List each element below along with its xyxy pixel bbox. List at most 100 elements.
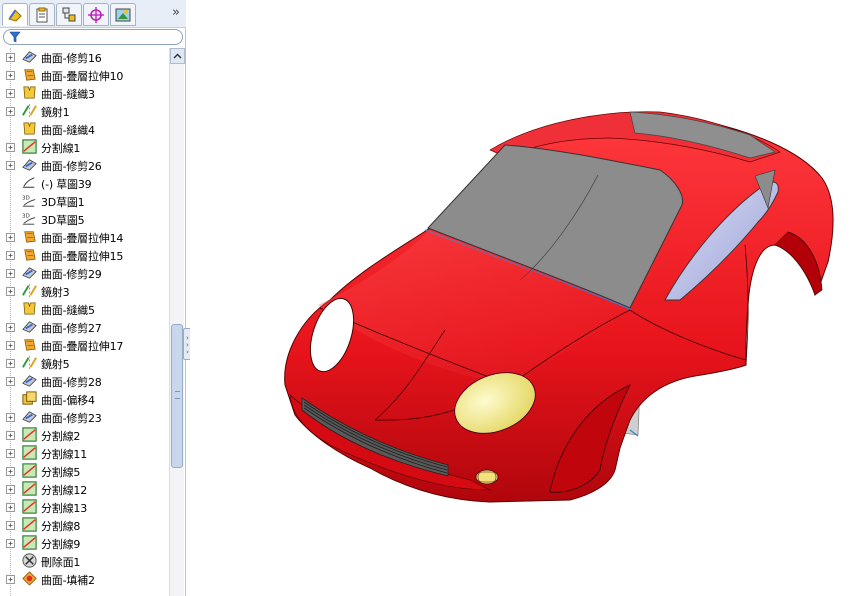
tree-item[interactable]: 刪除面1 <box>0 552 168 570</box>
graphics-area[interactable] <box>190 0 850 596</box>
expand-toggle[interactable]: + <box>6 233 15 242</box>
tree-item[interactable]: + 分割線8 <box>0 516 168 534</box>
surface-trim-icon <box>21 264 38 281</box>
tree-item-label: 曲面-修剪16 <box>41 52 102 65</box>
configuration-manager-tab[interactable] <box>56 3 82 26</box>
surface-trim-icon <box>21 156 38 173</box>
scroll-thumb[interactable] <box>171 324 183 468</box>
tree-item-label: 曲面-修剪26 <box>41 160 102 173</box>
tree-item[interactable]: 曲面-縫織4 <box>0 120 168 138</box>
expand-toggle[interactable]: + <box>6 89 15 98</box>
split-line-icon <box>21 516 38 533</box>
tree-item[interactable]: + 曲面-疊層拉伸17 <box>0 336 168 354</box>
tree-item[interactable]: + 曲面-疊層拉伸14 <box>0 228 168 246</box>
expand-toggle[interactable]: + <box>6 521 15 530</box>
expand-toggle[interactable]: + <box>6 377 15 386</box>
svg-text:3D: 3D <box>22 196 31 202</box>
dimxpert-manager-tab[interactable] <box>83 3 109 26</box>
tree-item-label: 曲面-縫織4 <box>41 124 95 137</box>
tree-item[interactable]: + 曲面-修剪23 <box>0 408 168 426</box>
expand-toggle[interactable]: + <box>6 71 15 80</box>
tree-item[interactable]: + 曲面-修剪27 <box>0 318 168 336</box>
tree-item-label: (-) 草圖39 <box>41 178 92 191</box>
sketch-3d-icon: 3D <box>21 192 38 209</box>
tree-item-label: 鏡射5 <box>41 358 70 371</box>
tree-item[interactable]: + 分割線2 <box>0 426 168 444</box>
tree-item[interactable]: + 曲面-填補2 <box>0 570 168 588</box>
tree-item[interactable]: + 曲面-縫織3 <box>0 84 168 102</box>
expand-toggle[interactable]: + <box>6 287 15 296</box>
tree-item-label: 分割線12 <box>41 484 87 497</box>
expand-toggle[interactable]: + <box>6 503 15 512</box>
tree-item[interactable]: 曲面-偏移4 <box>0 390 168 408</box>
expand-toggle[interactable]: + <box>6 413 15 422</box>
expand-toggle[interactable]: + <box>6 359 15 368</box>
tree-item[interactable]: + 分割線12 <box>0 480 168 498</box>
more-tabs-button[interactable]: » <box>172 5 180 20</box>
tree-item-label: 分割線13 <box>41 502 87 515</box>
tree-item[interactable]: (-) 草圖39 <box>0 174 168 192</box>
tree-item[interactable]: + 曲面-修剪28 <box>0 372 168 390</box>
tree-item-label: 曲面-縫織5 <box>41 304 95 317</box>
expand-toggle[interactable]: + <box>6 143 15 152</box>
tree-item[interactable]: + 分割線11 <box>0 444 168 462</box>
mirror-icon <box>21 282 38 299</box>
tree-filter-input[interactable] <box>3 29 183 45</box>
tree-item[interactable]: + 分割線9 <box>0 534 168 552</box>
tree-item[interactable]: 曲面-縫織5 <box>0 300 168 318</box>
panel-tab-bar: » <box>0 0 186 28</box>
tree-item-label: 鏡射3 <box>41 286 70 299</box>
tree-item-label: 曲面-修剪28 <box>41 376 102 389</box>
expand-toggle[interactable]: + <box>6 107 15 116</box>
surface-loft-icon <box>21 336 38 353</box>
display-manager-tab[interactable] <box>110 3 136 26</box>
tree-item[interactable]: 3D 3D草圖5 <box>0 210 168 228</box>
tree-item[interactable]: + 鏡射5 <box>0 354 168 372</box>
expand-toggle[interactable]: + <box>6 161 15 170</box>
car-body-model[interactable] <box>190 0 850 596</box>
tree-item-label: 分割線2 <box>41 430 81 443</box>
expand-toggle[interactable]: + <box>6 323 15 332</box>
tree-item-label: 曲面-疊層拉伸15 <box>41 250 124 263</box>
expand-toggle[interactable]: + <box>6 539 15 548</box>
tree-item[interactable]: + 曲面-修剪26 <box>0 156 168 174</box>
tree-item-label: 分割線1 <box>41 142 81 155</box>
tree-item-label: 3D草圖1 <box>41 196 85 209</box>
scroll-up-button[interactable] <box>170 48 185 64</box>
expand-toggle[interactable]: + <box>6 575 15 584</box>
feature-tree: + 曲面-修剪16 + 曲面-疊層拉伸10 + 曲面-縫織3 + 鏡射1 曲面-縫織4 + 分割線1… <box>0 48 168 596</box>
expand-toggle[interactable]: + <box>6 269 15 278</box>
tree-item[interactable]: + 曲面-疊層拉伸15 <box>0 246 168 264</box>
tree-item-label: 曲面-填補2 <box>41 574 95 587</box>
tree-item[interactable]: + 曲面-修剪29 <box>0 264 168 282</box>
feature-manager-tab[interactable] <box>2 3 28 26</box>
expand-toggle[interactable]: + <box>6 449 15 458</box>
feature-tree-icon <box>8 8 22 22</box>
tree-item-label: 分割線8 <box>41 520 81 533</box>
property-manager-tab[interactable] <box>29 3 55 26</box>
split-line-icon <box>21 462 38 479</box>
tree-item[interactable]: + 鏡射1 <box>0 102 168 120</box>
tree-item[interactable]: + 曲面-修剪16 <box>0 48 168 66</box>
tree-item[interactable]: + 分割線13 <box>0 498 168 516</box>
tree-item[interactable]: + 分割線1 <box>0 138 168 156</box>
split-line-icon <box>21 480 38 497</box>
split-line-icon <box>21 534 38 551</box>
tree-item-label: 分割線11 <box>41 448 87 461</box>
tree-item-label: 曲面-疊層拉伸14 <box>41 232 124 245</box>
tree-item-label: 曲面-縫織3 <box>41 88 95 101</box>
tree-item[interactable]: + 鏡射3 <box>0 282 168 300</box>
sketch-icon <box>21 174 38 191</box>
tree-item[interactable]: 3D 3D草圖1 <box>0 192 168 210</box>
expand-toggle[interactable]: + <box>6 467 15 476</box>
expand-toggle[interactable]: + <box>6 251 15 260</box>
expand-toggle[interactable]: + <box>6 53 15 62</box>
tree-scrollbar[interactable] <box>169 48 185 596</box>
expand-toggle[interactable]: + <box>6 341 15 350</box>
filter-icon <box>9 31 21 43</box>
tree-item[interactable]: + 曲面-疊層拉伸10 <box>0 66 168 84</box>
chevron-up-icon <box>173 53 182 59</box>
expand-toggle[interactable]: + <box>6 485 15 494</box>
expand-toggle[interactable]: + <box>6 431 15 440</box>
tree-item[interactable]: + 分割線5 <box>0 462 168 480</box>
